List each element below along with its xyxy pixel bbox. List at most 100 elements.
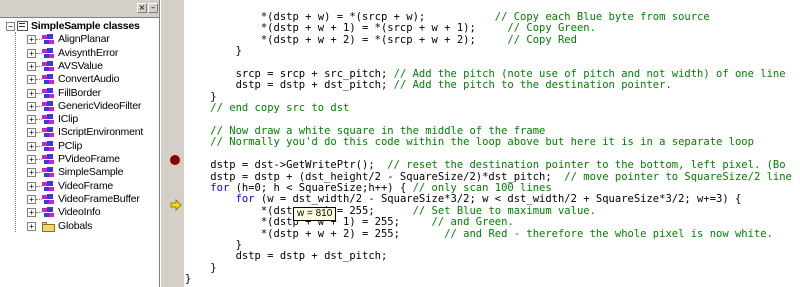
class-item[interactable]: + GenericVideoFilter: [0, 100, 159, 113]
code-comment: // Set Blue to maximum value.: [374, 204, 596, 217]
code-line[interactable]: }: [185, 262, 216, 274]
code-line[interactable]: srcp = srcp + src_pitch; // Add the pitc…: [185, 69, 786, 80]
code-comment: // only scan 100 lines: [412, 182, 552, 194]
code-line[interactable]: *(dstp + w + 2) = *(srcp + w + 2); // Co…: [185, 33, 577, 46]
expand-toggle[interactable]: +: [27, 48, 36, 58]
code-line[interactable]: *(dstp + w) = *(srcp + w); // Copy each …: [185, 12, 710, 23]
code-text: }: [185, 45, 242, 58]
class-item[interactable]: + IClip: [0, 113, 159, 126]
class-item[interactable]: + VideoFrame: [0, 179, 159, 193]
class-item[interactable]: + AlignPlanar: [0, 33, 159, 46]
expand-toggle[interactable]: +: [27, 155, 36, 164]
globals-item[interactable]: + Globals: [0, 220, 159, 233]
tree-root[interactable]: − SimpleSample classes: [0, 20, 159, 33]
code-line[interactable]: *(dstp + w + 1) = 255; // and Green.: [185, 217, 514, 228]
class-icon: [42, 193, 55, 205]
code-line[interactable]: }: [185, 240, 242, 251]
folder-icon: [42, 221, 55, 232]
editor-gutter[interactable]: [160, 0, 184, 287]
expand-toggle[interactable]: +: [27, 88, 36, 98]
collapse-toggle[interactable]: −: [6, 22, 15, 31]
code-comment: // and Red - therefore the whole pixel i…: [399, 227, 773, 240]
expand-toggle[interactable]: +: [27, 115, 36, 125]
code-text: }: [185, 90, 217, 103]
class-icon: [42, 114, 55, 125]
code-keyword: for: [210, 182, 230, 194]
expand-toggle[interactable]: +: [27, 128, 36, 138]
code-line[interactable]: *(dstp + w) = 255; // Set Blue to maximu…: [185, 204, 596, 217]
code-line[interactable]: // Now draw a white square in the middle…: [185, 126, 545, 137]
code-text: (h=0; h < SquareSize;h++) {: [229, 182, 413, 194]
expand-toggle[interactable]: +: [27, 208, 36, 218]
class-icon: [42, 47, 55, 59]
class-item[interactable]: + PVideoFrame: [0, 153, 159, 166]
class-label: AlignPlanar: [58, 33, 110, 46]
code-line[interactable]: for (w = dst_width/2 - SquareSize*3/2; w…: [185, 193, 742, 206]
code-text: *(dstp + w + 1) = *(srcp + w + 1);: [185, 22, 476, 35]
code-line[interactable]: dstp = dstp + dst_pitch;: [185, 250, 388, 263]
class-label: AVSValue: [58, 59, 103, 72]
code-line[interactable]: }: [185, 274, 191, 285]
class-item[interactable]: + SimpleSample: [0, 166, 159, 179]
code-line[interactable]: *(dstp + w + 1) = *(srcp + w + 1); // Co…: [185, 23, 596, 34]
breakpoint-icon[interactable]: [170, 155, 180, 165]
tree-root-label: SimpleSample classes: [31, 20, 140, 32]
code-text: dstp = dstp + (dst_height/2 - SquareSize…: [185, 170, 552, 183]
class-item[interactable]: + VideoFrameBuffer: [0, 193, 159, 206]
code-line[interactable]: // end copy src to dst: [185, 103, 349, 114]
expand-toggle[interactable]: +: [27, 168, 36, 178]
class-item[interactable]: + AVSValue: [0, 59, 159, 73]
current-line-arrow-icon: [170, 199, 182, 211]
code-line[interactable]: }: [185, 90, 217, 103]
class-label: VideoInfo: [58, 206, 101, 219]
class-item[interactable]: + ConvertAudio: [0, 73, 159, 86]
class-label: ConvertAudio: [58, 73, 120, 86]
expand-toggle[interactable]: +: [27, 61, 36, 71]
code-text: *(dstp + w + 2) = *(srcp + w + 2);: [185, 33, 476, 46]
code-text: *(dstp + w) = *(srcp + w);: [185, 11, 426, 23]
code-line[interactable]: }: [185, 46, 242, 57]
class-icon: [42, 180, 55, 192]
code-comment: // Normally you'd do this code within th…: [210, 136, 754, 149]
class-label: VideoFrame: [58, 179, 114, 192]
class-icon: [42, 87, 55, 99]
expand-toggle[interactable]: +: [27, 194, 36, 204]
expand-toggle[interactable]: +: [27, 141, 36, 151]
class-label: SimpleSample: [58, 166, 124, 179]
class-icon: [42, 140, 55, 152]
class-item[interactable]: + FillBorder: [0, 86, 159, 100]
class-icon: [42, 34, 55, 45]
expand-toggle[interactable]: +: [27, 221, 36, 231]
code-line[interactable]: // Normally you'd do this code within th…: [185, 137, 754, 148]
expand-toggle[interactable]: +: [27, 35, 36, 45]
code-comment: // reset the destination pointer to the …: [374, 159, 786, 172]
code-text: dstp = dstp + dst_pitch;: [185, 250, 388, 263]
code-text: dstp = dst->GetWritePtr();: [185, 159, 375, 172]
minimize-pane-button[interactable]: –: [148, 3, 158, 13]
code-line[interactable]: dstp = dst->GetWritePtr(); // reset the …: [185, 159, 786, 172]
code-editor[interactable]: *(dstp + w) = *(srcp + w); // Copy each …: [185, 0, 800, 287]
expand-toggle[interactable]: +: [27, 101, 36, 111]
code-line[interactable]: dstp = dstp + (dst_height/2 - SquareSize…: [185, 170, 792, 183]
data-tip-tooltip: w = 810: [293, 207, 337, 221]
code-line[interactable]: for (h=0; h < SquareSize;h++) { // only …: [185, 182, 552, 194]
class-item[interactable]: + PClip: [0, 140, 159, 153]
close-pane-button[interactable]: ×: [137, 3, 147, 13]
class-label: AvisynthError: [58, 46, 119, 59]
code-line[interactable]: *(dstp + w + 2) = 255; // and Red - ther…: [185, 227, 773, 240]
class-icon: [42, 60, 55, 72]
class-label: FillBorder: [58, 86, 101, 99]
class-item[interactable]: + IScriptEnvironment: [0, 126, 159, 139]
expand-toggle[interactable]: +: [27, 181, 36, 191]
class-item[interactable]: + AvisynthError: [0, 46, 159, 60]
code-comment: // Copy Red: [475, 33, 577, 46]
expand-toggle[interactable]: +: [27, 75, 36, 85]
code-line[interactable]: dstp = dstp + dst_pitch; // Add the pitc…: [185, 80, 672, 91]
class-view-pane: × – − SimpleSample classes + AlignPlanar + Av…: [0, 0, 160, 287]
code-keyword: for: [235, 193, 255, 206]
class-item[interactable]: + VideoInfo: [0, 206, 159, 219]
